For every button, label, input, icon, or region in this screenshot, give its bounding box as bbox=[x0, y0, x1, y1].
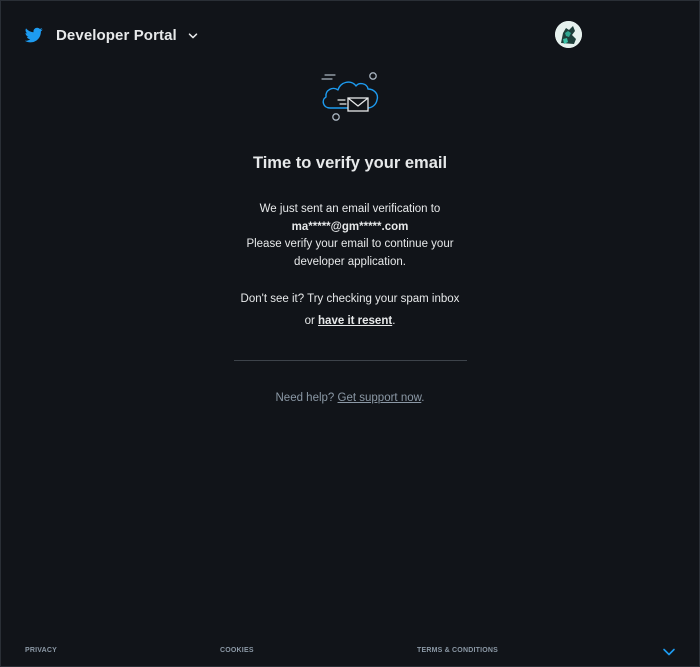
avatar[interactable] bbox=[555, 21, 582, 48]
chevron-down-icon[interactable] bbox=[662, 644, 676, 656]
help-suffix: . bbox=[421, 392, 425, 404]
verify-line-1: Please verify your email to continue you… bbox=[246, 238, 454, 250]
header: Developer Portal bbox=[1, 1, 699, 69]
sent-line: We just sent an email verification to bbox=[259, 203, 441, 215]
footer-privacy-link[interactable]: PRIVACY bbox=[25, 647, 57, 654]
verification-message: We just sent an email verification to ma… bbox=[1, 201, 699, 271]
verify-line-2: developer application. bbox=[294, 255, 406, 268]
spam-line: Don't see it? Try checking your spam inb… bbox=[240, 293, 460, 305]
page: Developer Portal Time to verify your ema… bbox=[0, 0, 700, 667]
footer-terms-link[interactable]: TERMS & CONDITIONS bbox=[417, 647, 498, 654]
help-prefix: Need help? bbox=[275, 392, 338, 404]
cloud-email-icon bbox=[318, 67, 384, 125]
chevron-down-icon bbox=[187, 29, 199, 41]
twitter-bird-icon bbox=[24, 26, 43, 44]
spam-message: Don't see it? Try checking your spam inb… bbox=[1, 288, 699, 332]
support-link[interactable]: Get support now bbox=[338, 392, 422, 404]
page-title: Time to verify your email bbox=[252, 154, 448, 172]
help-line: Need help? Get support now. bbox=[1, 392, 699, 404]
divider bbox=[234, 360, 467, 361]
portal-title: Developer Portal bbox=[56, 26, 177, 44]
resend-line: or have it resent. bbox=[1, 310, 699, 332]
resend-suffix: . bbox=[392, 315, 396, 327]
masked-email: ma*****@gm*****.com bbox=[291, 220, 409, 233]
footer-cookies-link[interactable]: COOKIES bbox=[220, 647, 254, 654]
developer-portal-menu[interactable]: Developer Portal bbox=[24, 23, 199, 47]
resend-link[interactable]: have it resent bbox=[318, 315, 392, 327]
resend-prefix: or bbox=[304, 315, 319, 327]
